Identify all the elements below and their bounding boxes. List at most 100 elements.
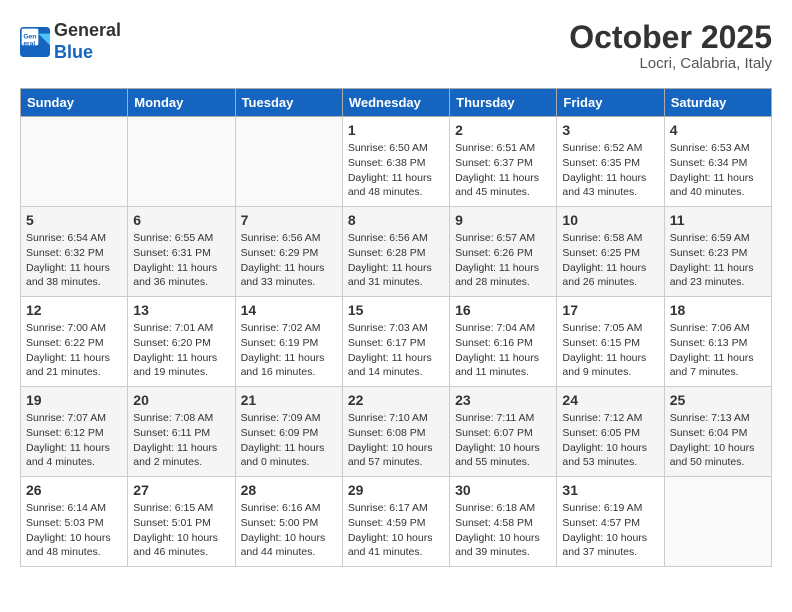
day-number: 22 xyxy=(348,392,444,408)
day-info: Sunrise: 7:11 AM Sunset: 6:07 PM Dayligh… xyxy=(455,411,551,470)
day-number: 5 xyxy=(26,212,122,228)
day-info: Sunrise: 6:57 AM Sunset: 6:26 PM Dayligh… xyxy=(455,231,551,290)
day-number: 23 xyxy=(455,392,551,408)
day-number: 20 xyxy=(133,392,229,408)
day-number: 21 xyxy=(241,392,337,408)
day-number: 30 xyxy=(455,482,551,498)
calendar-cell: 11Sunrise: 6:59 AM Sunset: 6:23 PM Dayli… xyxy=(664,207,771,297)
calendar-cell: 7 Sunrise: 6:56 AM Sunset: 6:29 PM Daylig… xyxy=(235,207,342,297)
calendar-cell: 21 Sunrise: 7:09 AM Sunset: 6:09 PM Dayli… xyxy=(235,387,342,477)
day-number: 25 xyxy=(670,392,766,408)
calendar-table: SundayMondayTuesdayWednesdayThursdayFrid… xyxy=(20,88,772,567)
week-row-4: 19 Sunrise: 7:07 AM Sunset: 6:12 PM Dayli… xyxy=(21,387,772,477)
day-info: Sunrise: 6:16 AM Sunset: 5:00 PM Dayligh… xyxy=(241,501,337,560)
day-number: 13 xyxy=(133,302,229,318)
day-info: Sunrise: 6:17 AM Sunset: 4:59 PM Dayligh… xyxy=(348,501,444,560)
day-number: 8 xyxy=(348,212,444,228)
day-info: Sunrise: 6:14 AM Sunset: 5:03 PM Dayligh… xyxy=(26,501,122,560)
logo-icon: Gen eral xyxy=(20,27,50,57)
week-row-5: 26Sunrise: 6:14 AM Sunset: 5:03 PM Dayli… xyxy=(21,477,772,567)
day-info: Sunrise: 6:50 AM Sunset: 6:38 PM Dayligh… xyxy=(348,141,444,200)
day-info: Sunrise: 7:12 AM Sunset: 6:05 PM Dayligh… xyxy=(562,411,658,470)
calendar-cell: 2 Sunrise: 6:51 AM Sunset: 6:37 PM Daylig… xyxy=(450,117,557,207)
calendar-cell: 17Sunrise: 7:05 AM Sunset: 6:15 PM Dayli… xyxy=(557,297,664,387)
day-info: Sunrise: 7:13 AM Sunset: 6:04 PM Dayligh… xyxy=(670,411,766,470)
weekday-header-tuesday: Tuesday xyxy=(235,89,342,117)
day-info: Sunrise: 6:59 AM Sunset: 6:23 PM Dayligh… xyxy=(670,231,766,290)
calendar-cell: 26Sunrise: 6:14 AM Sunset: 5:03 PM Dayli… xyxy=(21,477,128,567)
weekday-header-sunday: Sunday xyxy=(21,89,128,117)
calendar-cell: 28Sunrise: 6:16 AM Sunset: 5:00 PM Dayli… xyxy=(235,477,342,567)
calendar-cell: 30Sunrise: 6:18 AM Sunset: 4:58 PM Dayli… xyxy=(450,477,557,567)
day-number: 16 xyxy=(455,302,551,318)
logo-text-blue: Blue xyxy=(54,42,121,64)
calendar-cell: 4 Sunrise: 6:53 AM Sunset: 6:34 PM Daylig… xyxy=(664,117,771,207)
calendar-cell: 5 Sunrise: 6:54 AM Sunset: 6:32 PM Daylig… xyxy=(21,207,128,297)
weekday-header-wednesday: Wednesday xyxy=(342,89,449,117)
calendar-cell: 23 Sunrise: 7:11 AM Sunset: 6:07 PM Dayli… xyxy=(450,387,557,477)
day-number: 7 xyxy=(241,212,337,228)
day-number: 19 xyxy=(26,392,122,408)
day-info: Sunrise: 7:07 AM Sunset: 6:12 PM Dayligh… xyxy=(26,411,122,470)
calendar-cell: 27 Sunrise: 6:15 AM Sunset: 5:01 PM Dayli… xyxy=(128,477,235,567)
day-info: Sunrise: 6:53 AM Sunset: 6:34 PM Dayligh… xyxy=(670,141,766,200)
day-number: 31 xyxy=(562,482,658,498)
calendar-cell: 18 Sunrise: 7:06 AM Sunset: 6:13 PM Dayli… xyxy=(664,297,771,387)
calendar-cell xyxy=(21,117,128,207)
calendar-cell xyxy=(235,117,342,207)
day-number: 15 xyxy=(348,302,444,318)
calendar-cell: 22Sunrise: 7:10 AM Sunset: 6:08 PM Dayli… xyxy=(342,387,449,477)
day-info: Sunrise: 6:56 AM Sunset: 6:28 PM Dayligh… xyxy=(348,231,444,290)
day-number: 17 xyxy=(562,302,658,318)
logo: Gen eral General Blue xyxy=(20,20,121,63)
day-number: 6 xyxy=(133,212,229,228)
month-title: October 2025 xyxy=(569,20,772,55)
calendar-cell: 19 Sunrise: 7:07 AM Sunset: 6:12 PM Dayli… xyxy=(21,387,128,477)
weekday-header-thursday: Thursday xyxy=(450,89,557,117)
calendar-cell: 12 Sunrise: 7:00 AM Sunset: 6:22 PM Dayli… xyxy=(21,297,128,387)
day-info: Sunrise: 6:55 AM Sunset: 6:31 PM Dayligh… xyxy=(133,231,229,290)
day-number: 2 xyxy=(455,122,551,138)
day-info: Sunrise: 6:51 AM Sunset: 6:37 PM Dayligh… xyxy=(455,141,551,200)
day-number: 24 xyxy=(562,392,658,408)
day-info: Sunrise: 7:03 AM Sunset: 6:17 PM Dayligh… xyxy=(348,321,444,380)
weekday-header-monday: Monday xyxy=(128,89,235,117)
day-info: Sunrise: 6:54 AM Sunset: 6:32 PM Dayligh… xyxy=(26,231,122,290)
weekday-header-saturday: Saturday xyxy=(664,89,771,117)
day-info: Sunrise: 6:52 AM Sunset: 6:35 PM Dayligh… xyxy=(562,141,658,200)
day-number: 29 xyxy=(348,482,444,498)
calendar-cell: 1 Sunrise: 6:50 AM Sunset: 6:38 PM Daylig… xyxy=(342,117,449,207)
calendar-cell: 31 Sunrise: 6:19 AM Sunset: 4:57 PM Dayli… xyxy=(557,477,664,567)
calendar-cell: 8 Sunrise: 6:56 AM Sunset: 6:28 PM Daylig… xyxy=(342,207,449,297)
day-info: Sunrise: 7:02 AM Sunset: 6:19 PM Dayligh… xyxy=(241,321,337,380)
day-info: Sunrise: 7:08 AM Sunset: 6:11 PM Dayligh… xyxy=(133,411,229,470)
day-info: Sunrise: 7:01 AM Sunset: 6:20 PM Dayligh… xyxy=(133,321,229,380)
day-number: 4 xyxy=(670,122,766,138)
calendar-cell: 24 Sunrise: 7:12 AM Sunset: 6:05 PM Dayli… xyxy=(557,387,664,477)
day-number: 1 xyxy=(348,122,444,138)
day-number: 14 xyxy=(241,302,337,318)
location: Locri, Calabria, Italy xyxy=(569,55,772,72)
week-row-3: 12 Sunrise: 7:00 AM Sunset: 6:22 PM Dayli… xyxy=(21,297,772,387)
calendar-cell: 15 Sunrise: 7:03 AM Sunset: 6:17 PM Dayli… xyxy=(342,297,449,387)
calendar-cell: 13 Sunrise: 7:01 AM Sunset: 6:20 PM Dayli… xyxy=(128,297,235,387)
day-number: 18 xyxy=(670,302,766,318)
day-info: Sunrise: 7:00 AM Sunset: 6:22 PM Dayligh… xyxy=(26,321,122,380)
day-info: Sunrise: 7:09 AM Sunset: 6:09 PM Dayligh… xyxy=(241,411,337,470)
day-info: Sunrise: 6:56 AM Sunset: 6:29 PM Dayligh… xyxy=(241,231,337,290)
day-info: Sunrise: 7:06 AM Sunset: 6:13 PM Dayligh… xyxy=(670,321,766,380)
calendar-cell: 16Sunrise: 7:04 AM Sunset: 6:16 PM Dayli… xyxy=(450,297,557,387)
logo-text-general: General xyxy=(54,20,121,42)
week-row-2: 5 Sunrise: 6:54 AM Sunset: 6:32 PM Daylig… xyxy=(21,207,772,297)
day-number: 3 xyxy=(562,122,658,138)
calendar-cell: 29 Sunrise: 6:17 AM Sunset: 4:59 PM Dayli… xyxy=(342,477,449,567)
page-header: Gen eral General Blue October 2025 Locri… xyxy=(20,20,772,72)
day-info: Sunrise: 6:58 AM Sunset: 6:25 PM Dayligh… xyxy=(562,231,658,290)
day-number: 27 xyxy=(133,482,229,498)
day-info: Sunrise: 6:19 AM Sunset: 4:57 PM Dayligh… xyxy=(562,501,658,560)
calendar-cell: 3 Sunrise: 6:52 AM Sunset: 6:35 PM Daylig… xyxy=(557,117,664,207)
calendar-cell: 10Sunrise: 6:58 AM Sunset: 6:25 PM Dayli… xyxy=(557,207,664,297)
day-number: 12 xyxy=(26,302,122,318)
day-info: Sunrise: 6:15 AM Sunset: 5:01 PM Dayligh… xyxy=(133,501,229,560)
calendar-cell xyxy=(128,117,235,207)
